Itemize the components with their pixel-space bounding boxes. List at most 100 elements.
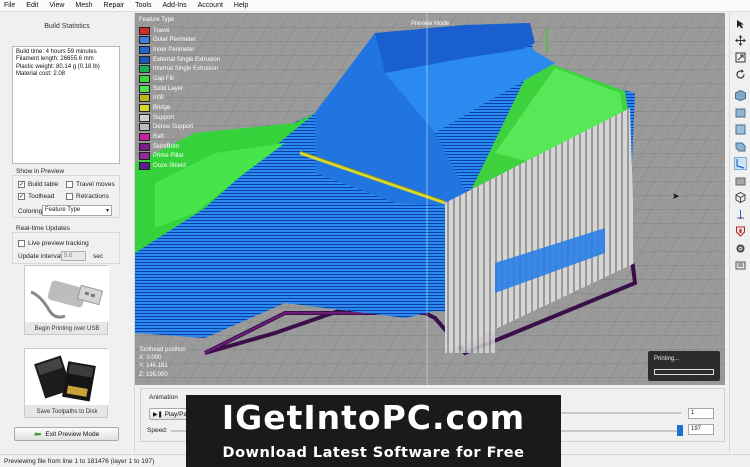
start-layer-input[interactable]: 1 bbox=[688, 408, 714, 419]
menu-item-tools[interactable]: Tools bbox=[135, 2, 151, 9]
legend-label: Dense Support bbox=[153, 124, 194, 131]
legend-item: Inner Perimeter bbox=[139, 45, 223, 55]
legend-label: Ooze Shield bbox=[153, 162, 186, 169]
watermark-title: IGetIntoPC.com bbox=[221, 398, 526, 437]
preview-viewport[interactable]: Feature Type Travel Outer Perimeter Inner … bbox=[135, 13, 725, 385]
status-text: Previewing file from line 1 to 181476 (l… bbox=[4, 458, 155, 465]
repair-icon[interactable] bbox=[734, 225, 747, 238]
arrow-back-icon: ⬅ bbox=[33, 428, 42, 439]
legend-label: Prime Pillar bbox=[153, 153, 184, 160]
save-toolpaths-card[interactable]: Save Toolpaths to Disk bbox=[24, 348, 109, 418]
build-table-checkbox[interactable]: ✓ Build table bbox=[18, 181, 58, 188]
retractions-check[interactable] bbox=[66, 193, 73, 200]
speed-slider-thumb[interactable] bbox=[677, 425, 683, 436]
left-panel: Build Statistics Build time: 4 hours 59 … bbox=[0, 13, 135, 453]
settings-gear-icon[interactable] bbox=[734, 242, 747, 255]
menu-item-edit[interactable]: Edit bbox=[26, 2, 38, 9]
live-tracking-check[interactable] bbox=[18, 240, 25, 247]
view-iso-icon[interactable] bbox=[734, 89, 747, 102]
menu-item-add-ins[interactable]: Add-Ins bbox=[162, 2, 186, 9]
legend-swatch bbox=[139, 103, 150, 112]
menu-item-help[interactable]: Help bbox=[234, 2, 248, 9]
legend-label: Outer Perimeter bbox=[153, 37, 196, 44]
coloring-select[interactable]: Feature Type ▾ bbox=[42, 205, 112, 216]
feature-type-legend: Feature Type Travel Outer Perimeter Inner … bbox=[139, 17, 223, 171]
menu-item-account[interactable]: Account bbox=[198, 2, 223, 9]
toolhead-check[interactable]: ✓ bbox=[18, 193, 25, 200]
legend-title: Feature Type bbox=[139, 17, 175, 23]
legend-swatch bbox=[139, 132, 150, 141]
toolpath-render bbox=[135, 13, 725, 385]
legend-item: Ooze Shield bbox=[139, 161, 223, 171]
watermark-banner: IGetIntoPC.com Download Latest Software … bbox=[186, 395, 561, 467]
legend-label: Support bbox=[153, 114, 175, 121]
live-tracking-label: Live preview tracking bbox=[28, 240, 89, 247]
update-interval-input[interactable]: 5.0 bbox=[61, 251, 86, 261]
legend-swatch bbox=[139, 142, 150, 151]
legend-label: Internal Single Extrusion bbox=[153, 66, 219, 73]
move-icon[interactable] bbox=[734, 34, 747, 47]
usb-cable-image bbox=[25, 266, 109, 322]
legend-item: Outer Perimeter bbox=[139, 36, 223, 46]
menu-item-view[interactable]: View bbox=[49, 2, 64, 9]
toolhead-y: Y: 146.181 bbox=[139, 363, 168, 369]
travel-moves-check[interactable] bbox=[66, 181, 73, 188]
legend-label: Solid Layer bbox=[153, 85, 184, 92]
legend-swatch bbox=[139, 75, 150, 84]
legend-item: Gap Fill bbox=[139, 74, 223, 84]
legend-item: Solid Layer bbox=[139, 84, 223, 94]
update-interval-unit: sec bbox=[93, 253, 104, 260]
select-cursor-icon[interactable] bbox=[734, 17, 747, 30]
legend-label: Bridge bbox=[153, 104, 171, 111]
rotate-icon[interactable] bbox=[734, 68, 747, 81]
update-interval-label: Update interval bbox=[18, 253, 62, 260]
play-icon: ▶❚ bbox=[152, 411, 163, 418]
coloring-value: Feature Type bbox=[45, 207, 81, 213]
toolpath-view-icon[interactable] bbox=[734, 157, 747, 170]
preview-mode-label: Preview Mode bbox=[411, 21, 450, 27]
view-side-icon[interactable] bbox=[734, 140, 747, 153]
show-in-preview-label: Show in Preview bbox=[16, 168, 65, 175]
live-tracking-checkbox[interactable]: Live preview tracking bbox=[18, 240, 89, 247]
legend-item: Dense Support bbox=[139, 122, 223, 132]
right-toolbar bbox=[729, 13, 750, 453]
measure-icon[interactable] bbox=[734, 259, 747, 272]
chevron-down-icon: ▾ bbox=[105, 208, 109, 214]
start-layer-slider[interactable] bbox=[561, 412, 681, 414]
watermark-subtitle: Download Latest Software for Free bbox=[222, 445, 525, 461]
menu-item-file[interactable]: File bbox=[4, 2, 15, 9]
view-top-icon[interactable] bbox=[734, 123, 747, 136]
legend-item: Infill bbox=[139, 93, 223, 103]
toolhead-checkbox[interactable]: ✓ Toolhead bbox=[18, 193, 54, 200]
usb-print-card[interactable]: Begin Printing over USB bbox=[24, 265, 109, 335]
scale-icon[interactable] bbox=[734, 51, 747, 64]
build-table-check[interactable]: ✓ bbox=[18, 181, 25, 188]
stats-line: Material cost: 2.08 bbox=[16, 70, 66, 77]
exit-preview-button[interactable]: ⬅ Exit Preview Mode bbox=[14, 427, 119, 441]
realtime-updates-label: Real-time Updates bbox=[16, 225, 70, 232]
end-layer-input[interactable]: 197 bbox=[688, 424, 714, 435]
menu-bar: File Edit View Mesh Repair Tools Add-Ins Accoun… bbox=[0, 0, 750, 12]
legend-item: Internal Single Extrusion bbox=[139, 65, 223, 75]
end-layer-value: 197 bbox=[691, 426, 702, 432]
retractions-checkbox[interactable]: Retractions bbox=[66, 193, 109, 200]
axis-icon[interactable] bbox=[734, 208, 747, 221]
menu-item-mesh[interactable]: Mesh bbox=[75, 2, 92, 9]
toolhead-position-label: Toolhead position bbox=[139, 347, 186, 353]
view-bottom-icon[interactable] bbox=[734, 174, 747, 187]
legend-label: Inner Perimeter bbox=[153, 47, 195, 54]
legend-swatch bbox=[139, 46, 150, 55]
play-pause-button[interactable]: ▶❚ Play/Pa bbox=[149, 408, 191, 420]
mesh-icon[interactable] bbox=[734, 191, 747, 204]
view-front-icon[interactable] bbox=[734, 106, 747, 119]
travel-moves-checkbox[interactable]: Travel moves bbox=[66, 181, 115, 188]
legend-swatch bbox=[139, 94, 150, 103]
menu-item-repair[interactable]: Repair bbox=[104, 2, 125, 9]
legend-label: Skirt/Brim bbox=[153, 143, 179, 150]
toolhead-x: X: 0.000 bbox=[139, 355, 162, 361]
legend-item: Travel bbox=[139, 26, 223, 36]
printing-label: Printing... bbox=[654, 356, 680, 362]
play-pause-label: Play/Pa bbox=[164, 410, 188, 418]
legend-swatch bbox=[139, 161, 150, 170]
start-layer-value: 1 bbox=[691, 410, 695, 416]
